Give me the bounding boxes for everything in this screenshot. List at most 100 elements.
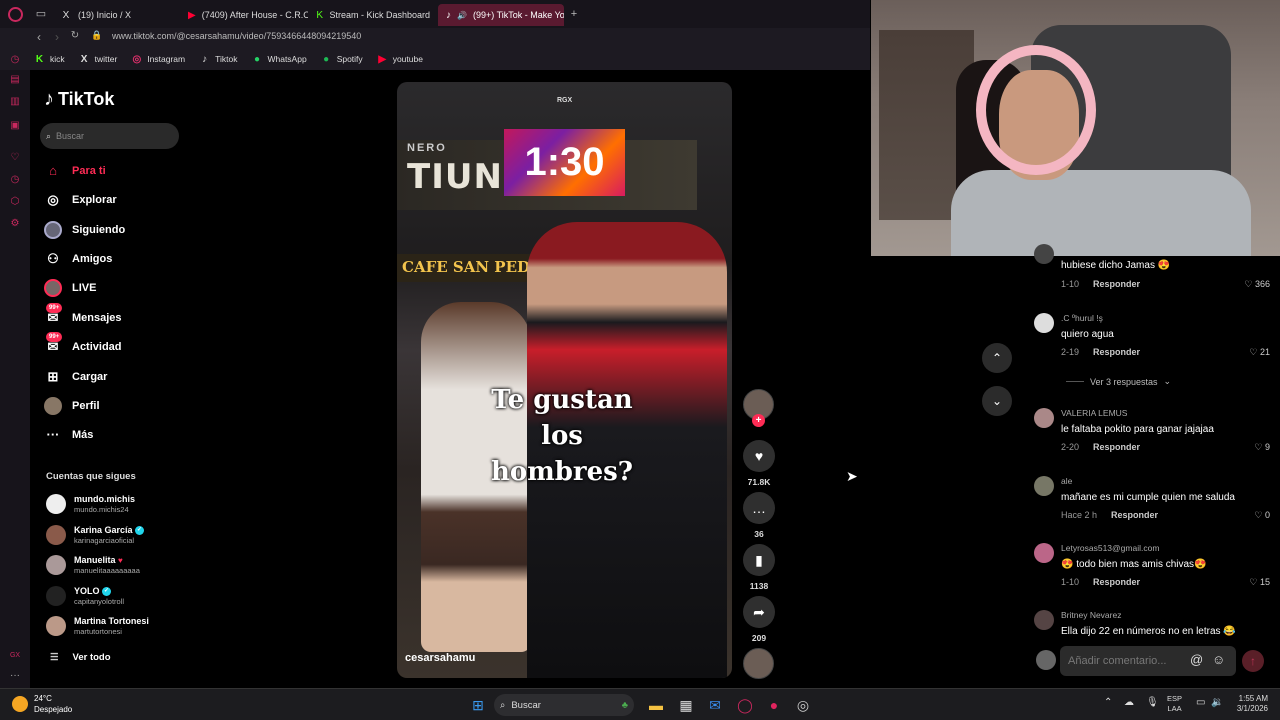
tab-x[interactable]: X (19) Inicio / X xyxy=(52,4,180,26)
network-icon[interactable]: ▭ xyxy=(1196,697,1205,708)
nav-amigos[interactable]: ⚇ Amigos xyxy=(44,250,112,268)
app-red-icon[interactable]: ● xyxy=(764,695,784,715)
avatar[interactable] xyxy=(1034,408,1054,428)
history-icon[interactable]: ◷ xyxy=(9,174,21,186)
video-author[interactable]: cesarsahamu xyxy=(405,652,475,664)
back-icon[interactable]: ‹ xyxy=(32,30,46,44)
avatar[interactable] xyxy=(1034,313,1054,333)
tab-kick[interactable]: K Stream - Kick Dashboard xyxy=(308,4,438,26)
share-icon[interactable]: ➦ xyxy=(743,596,775,628)
nav-mas[interactable]: ··· Más xyxy=(44,426,94,444)
reply-button[interactable]: Responder xyxy=(1093,279,1140,289)
reload-icon[interactable]: ↻ xyxy=(68,30,82,41)
following-account[interactable]: Manuelita ♥ manuelitaaaaaaaaa xyxy=(46,555,140,575)
video-player[interactable]: NERO TIUNO 1:30 RGX CAFE SAN PEDRO Te gu… xyxy=(397,82,732,678)
url-field[interactable]: www.tiktok.com/@cesarsahamu/video/759346… xyxy=(112,31,361,41)
microphone-icon[interactable]: 🎙 xyxy=(1146,697,1159,708)
following-account[interactable]: Martina Tortonesi martutortonesi xyxy=(46,616,149,636)
comment-like[interactable]: ♡ 21 xyxy=(1230,347,1270,358)
comment-like[interactable]: ♡ 0 xyxy=(1230,510,1270,521)
nav-mensajes[interactable]: ✉ 99+ Mensajes xyxy=(44,303,122,327)
reply-button[interactable]: Responder xyxy=(1111,510,1158,520)
gx-icon[interactable]: GX xyxy=(9,650,21,662)
windows-start-icon[interactable]: ⊞ xyxy=(468,695,488,715)
next-video-button[interactable]: ⌄ xyxy=(982,386,1012,416)
settings-icon[interactable]: ⚙ xyxy=(9,218,21,230)
save-action[interactable]: ▮ 1138 xyxy=(743,544,775,591)
comment-author[interactable]: VALERIA LEMUS xyxy=(1061,408,1127,418)
bookmark-kick[interactable]: Kkick xyxy=(34,54,65,65)
discord-icon[interactable]: ◎ xyxy=(793,695,813,715)
comment-like[interactable]: ♡ 366 xyxy=(1230,279,1270,290)
see-all-link[interactable]: ☰ Ver todo xyxy=(50,652,111,663)
tab-overview-icon[interactable]: ▭ xyxy=(34,7,48,21)
forward-icon[interactable]: › xyxy=(50,30,64,44)
system-clock[interactable]: 1:55 AM 3/1/2026 xyxy=(1230,694,1268,714)
avatar[interactable] xyxy=(1034,244,1054,264)
avatar[interactable] xyxy=(1034,476,1054,496)
reply-button[interactable]: Responder xyxy=(1093,442,1140,452)
like-action[interactable]: ♥ 71.8K xyxy=(743,440,775,487)
share-action[interactable]: ➦ 209 xyxy=(743,596,775,643)
taskbar-search[interactable]: ⌕ Buscar ♣ xyxy=(494,694,634,716)
nav-para-ti[interactable]: ⌂ Para ti xyxy=(44,162,106,180)
gx-twitch-icon[interactable]: ▥ xyxy=(9,96,21,108)
gx-control-icon[interactable]: ◷ xyxy=(9,54,21,66)
comment-author[interactable]: ale xyxy=(1061,476,1072,486)
heart-icon[interactable]: ♥ xyxy=(743,440,775,472)
weather-widget[interactable]: 24°C Despejado xyxy=(12,693,72,715)
bookmark-icon[interactable]: ▮ xyxy=(743,544,775,576)
emoji-icon[interactable]: ☺ xyxy=(1212,652,1225,667)
bookmark-whatsapp[interactable]: ● WhatsApp xyxy=(251,54,307,65)
nav-explorar[interactable]: ◎ Explorar xyxy=(44,191,116,209)
following-account[interactable]: YOLO ✓ capitanyolotroll xyxy=(46,586,124,606)
opera-gx-taskbar-icon[interactable]: ◯ xyxy=(735,695,755,715)
tab-youtube[interactable]: ▶ (7409) After House - C.R.O xyxy=(180,4,308,26)
tiktok-logo[interactable]: ♪ TikTok xyxy=(44,88,114,111)
nav-cargar[interactable]: ⊞ Cargar xyxy=(44,368,108,386)
store-icon[interactable]: ▦ xyxy=(676,695,696,715)
comment-action[interactable]: … 36 xyxy=(743,492,775,539)
cube-icon[interactable]: ⬡ xyxy=(9,196,21,208)
bookmark-spotify[interactable]: ● Spotify xyxy=(321,54,363,65)
sound-avatar[interactable] xyxy=(743,648,774,679)
previous-video-button[interactable]: ⌃ xyxy=(982,343,1012,373)
nav-live[interactable]: LIVE xyxy=(44,279,96,297)
more-icon[interactable]: ··· xyxy=(9,670,21,682)
comment-author[interactable]: Britney Nevarez xyxy=(1061,610,1121,620)
gx-messenger-icon[interactable]: ▣ xyxy=(9,120,21,132)
bookmark-instagram[interactable]: ◎ Instagram xyxy=(131,54,185,65)
heart-icon[interactable]: ♡ xyxy=(9,152,21,164)
gx-speed-dial-icon[interactable]: ▤ xyxy=(9,74,21,86)
mail-icon[interactable]: ✉ xyxy=(705,695,725,715)
bookmark-youtube[interactable]: ▶ youtube xyxy=(377,54,423,65)
following-account[interactable]: Karina García ✓ karinagarciaofi­cial xyxy=(46,525,145,545)
follow-plus-icon[interactable]: + xyxy=(752,414,765,427)
comment-input[interactable]: Añadir comentario... @ ☺ xyxy=(1060,646,1236,676)
view-replies-button[interactable]: Ver 3 respuestas ⌄ xyxy=(1066,376,1171,387)
tray-chevron-up-icon[interactable]: ⌃ xyxy=(1104,697,1112,708)
comment-like[interactable]: ♡ 9 xyxy=(1230,442,1270,453)
send-comment-button[interactable]: ↑ xyxy=(1242,650,1264,672)
comment-like[interactable]: ♡ 15 xyxy=(1230,577,1270,588)
speaker-icon[interactable]: 🔉 xyxy=(1211,697,1223,708)
tray-app-icon[interactable]: ☁ xyxy=(1124,697,1134,708)
nav-siguiendo[interactable]: Siguiendo xyxy=(44,221,125,239)
reply-button[interactable]: Responder xyxy=(1093,347,1140,357)
bookmark-tiktok[interactable]: ♪ Tiktok xyxy=(199,54,237,65)
nav-perfil[interactable]: Perfil xyxy=(44,397,100,415)
mention-icon[interactable]: @ xyxy=(1190,652,1203,667)
comment-icon[interactable]: … xyxy=(743,492,775,524)
language-indicator[interactable]: ESP LAA xyxy=(1167,694,1182,714)
avatar[interactable] xyxy=(1034,610,1054,630)
new-tab-icon[interactable]: + xyxy=(567,7,581,21)
comment-author[interactable]: Letyrosas513@gmail.com xyxy=(1061,543,1159,553)
tab-tiktok[interactable]: ♪ 🔊 (99+) TikTok - Make Yo xyxy=(438,4,564,26)
reply-button[interactable]: Responder xyxy=(1093,577,1140,587)
file-explorer-icon[interactable]: ▬ xyxy=(646,695,666,715)
opera-gx-logo-icon[interactable] xyxy=(8,7,23,22)
bookmark-twitter[interactable]: Xtwitter xyxy=(79,54,118,65)
search-input[interactable]: ⌕ Buscar xyxy=(40,123,179,149)
comment-author[interactable]: .C ºhurul !ş xyxy=(1061,313,1103,323)
nav-actividad[interactable]: ✉ 99+ Actividad xyxy=(44,332,122,356)
